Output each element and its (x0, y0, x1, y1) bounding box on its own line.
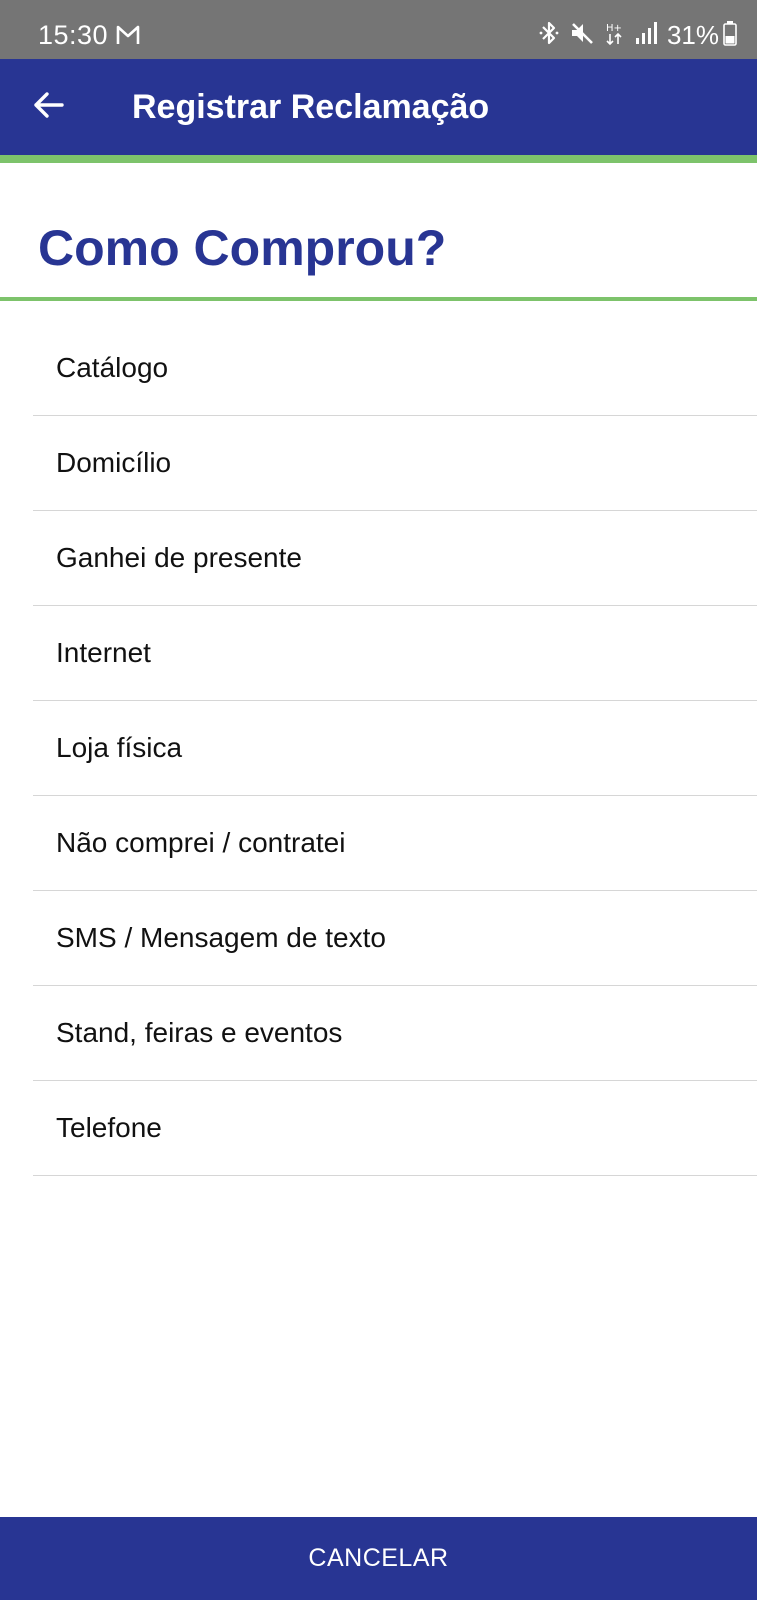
svg-text:H+: H+ (606, 23, 622, 34)
option-nao-comprei[interactable]: Não comprei / contratei (33, 796, 757, 891)
option-label: Não comprei / contratei (56, 827, 346, 858)
signal-icon (635, 21, 657, 50)
option-label: Telefone (56, 1112, 162, 1143)
status-icons: H+ 31% (529, 18, 737, 52)
hplus-data-icon: H+ (605, 20, 625, 51)
option-stand-feiras-eventos[interactable]: Stand, feiras e eventos (33, 986, 757, 1081)
option-domicilio[interactable]: Domicílio (33, 416, 757, 511)
mute-icon (569, 20, 595, 51)
option-internet[interactable]: Internet (33, 606, 757, 701)
battery-percent: 31% (666, 20, 719, 50)
option-label: SMS / Mensagem de texto (56, 922, 386, 953)
app-bar-accent-line (0, 155, 757, 163)
option-label: Ganhei de presente (56, 542, 302, 573)
battery-icon (723, 20, 737, 51)
section-underline (0, 297, 757, 301)
option-loja-fisica[interactable]: Loja física (33, 701, 757, 796)
cancel-button[interactable]: CANCELAR (0, 1517, 757, 1600)
status-time: 15:30 (38, 20, 109, 50)
gmail-icon (116, 24, 140, 46)
option-label: Stand, feiras e eventos (56, 1017, 343, 1048)
option-telefone[interactable]: Telefone (33, 1081, 757, 1176)
option-label: Loja física (56, 732, 183, 763)
option-label: Internet (56, 637, 151, 668)
option-catalogo[interactable]: Catálogo (33, 320, 757, 416)
status-bar: 15:30 H+ 31% (0, 0, 757, 59)
option-ganhei-de-presente[interactable]: Ganhei de presente (33, 511, 757, 606)
section-title: Como Comprou? (38, 220, 447, 276)
screen: 15:30 H+ 31% Registrar Reclamação Como C… (0, 0, 757, 1600)
arrow-left-icon (32, 91, 64, 124)
option-label: Catálogo (56, 351, 169, 383)
option-label: Domicílio (56, 447, 172, 478)
page-title: Registrar Reclamação (132, 88, 490, 126)
app-bar: Registrar Reclamação (0, 59, 757, 155)
purchase-method-list: Catálogo Domicílio Ganhei de presente In… (33, 320, 757, 1176)
bluetooth-icon (539, 20, 559, 51)
back-button[interactable] (24, 83, 72, 131)
option-sms[interactable]: SMS / Mensagem de texto (33, 891, 757, 986)
